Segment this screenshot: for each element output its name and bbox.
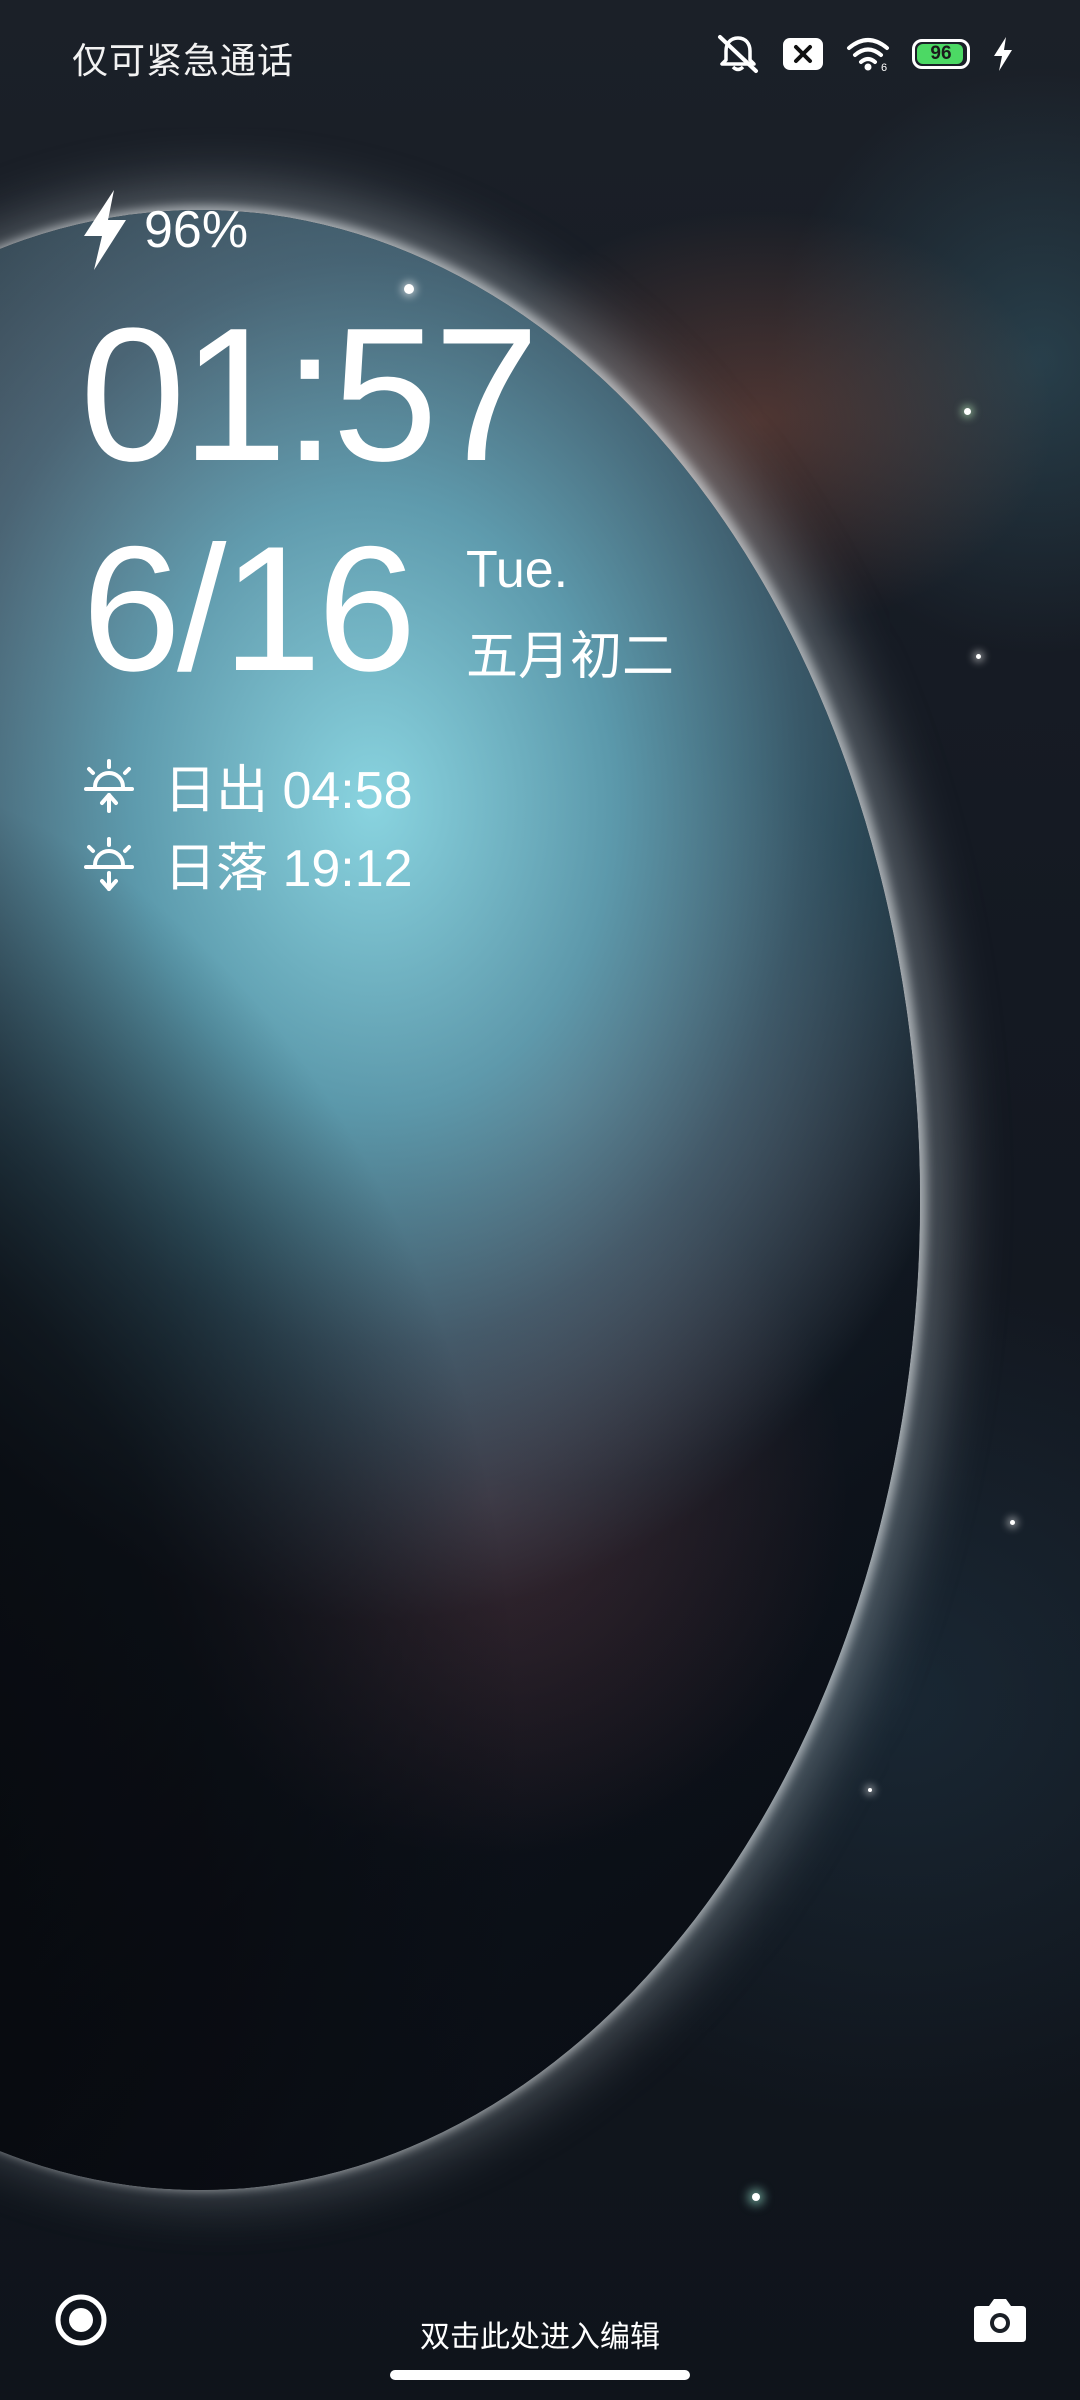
status-icons: 6 96	[716, 34, 1014, 74]
lockscreen-date: 6/16	[82, 509, 416, 708]
wallpaper-planet-shadow	[0, 210, 920, 2190]
battery-icon: 96	[912, 39, 970, 69]
svg-text:6: 6	[881, 62, 887, 72]
sunrise-time: 日出 04:58	[164, 762, 413, 820]
battery-level-text: 96	[930, 43, 952, 64]
sunset-time: 日落 19:12	[164, 840, 413, 898]
lockscreen-clock: 01:57	[80, 289, 539, 501]
wallpaper-star	[964, 408, 971, 415]
sunset-row: 日落 19:12	[80, 826, 413, 901]
charging-bolt-icon	[994, 37, 1012, 71]
carrier-status-text: 仅可紧急通话	[72, 40, 295, 81]
wallpaper-star	[752, 2193, 760, 2201]
wallpaper-star	[868, 1788, 872, 1792]
camera-icon[interactable]	[972, 2294, 1028, 2344]
sim-error-icon	[783, 38, 823, 70]
wallpaper-star	[976, 654, 981, 659]
charge-percent: 96%	[144, 201, 249, 259]
lockscreen-lunar-date: 五月初二	[466, 628, 675, 686]
mute-icon	[718, 35, 758, 73]
lockscreen-weekday: Tue.	[466, 541, 569, 599]
wallpaper-star	[1010, 1520, 1015, 1525]
home-indicator[interactable]	[390, 2370, 690, 2380]
lock-screen[interactable]: 仅可紧急通话 6 96 96% 01:57 6/16 Tue. 五月初二 日出 …	[0, 0, 1080, 2400]
charging-indicator: 96%	[78, 188, 248, 272]
wifi-icon: 6	[847, 38, 889, 72]
sunrise-row: 日出 04:58	[80, 748, 413, 823]
status-bar: 仅可紧急通话 6 96	[0, 0, 1080, 110]
sunset-icon	[84, 836, 134, 891]
sunrise-icon	[84, 758, 134, 813]
edit-hint-text[interactable]: 双击此处进入编辑	[0, 2312, 1080, 2356]
lightning-bolt-icon	[84, 190, 126, 270]
